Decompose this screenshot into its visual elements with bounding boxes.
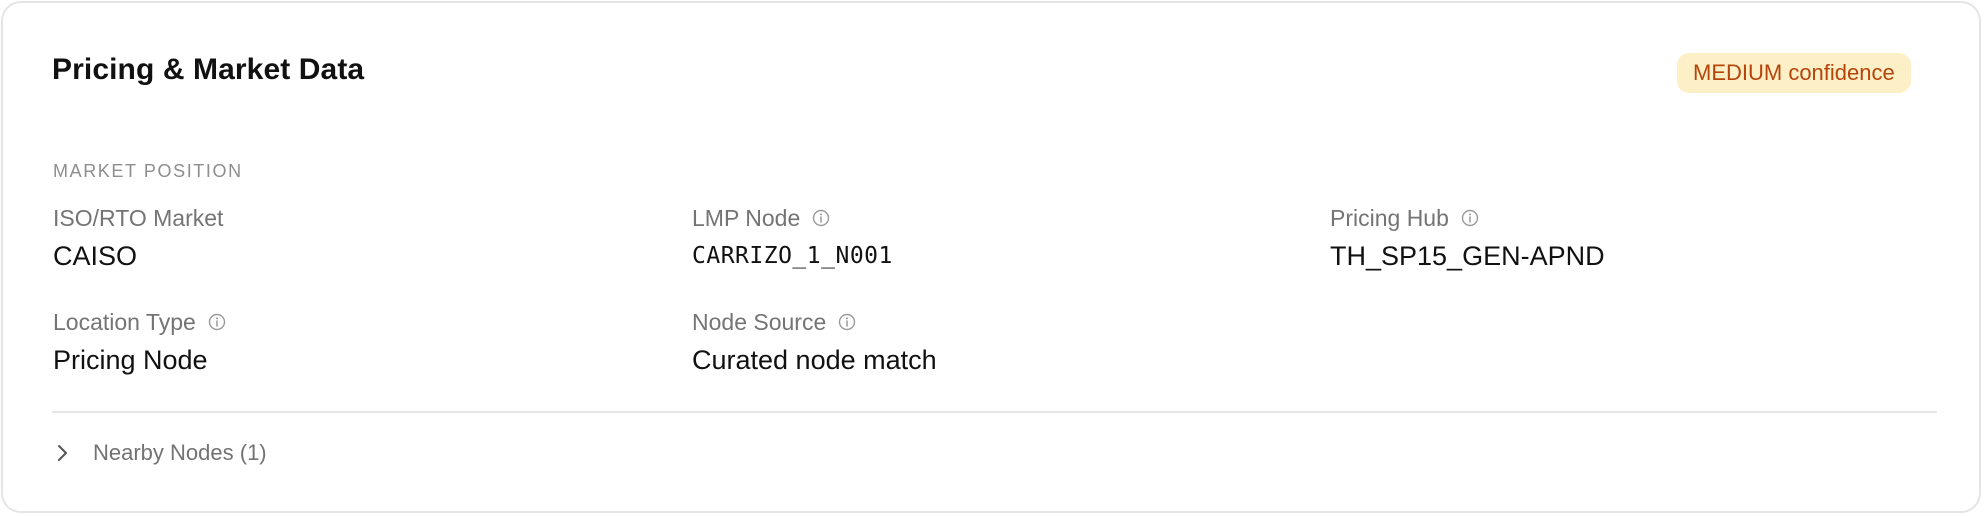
field-label-wrapper: Location Type xyxy=(53,307,226,337)
field-iso-rto-market: ISO/RTO Market CAISO xyxy=(53,203,223,274)
field-node-source: Node Source Curated node match xyxy=(692,307,937,378)
field-label-wrapper: Node Source xyxy=(692,307,937,337)
card-title: Pricing & Market Data xyxy=(52,53,365,86)
field-value: Curated node match xyxy=(692,345,937,375)
field-label: Location Type xyxy=(53,308,196,335)
nearby-nodes-label: Nearby Nodes (1) xyxy=(93,440,267,465)
field-label: Pricing Hub xyxy=(1330,204,1449,231)
info-icon[interactable] xyxy=(838,313,856,331)
field-label-wrapper: LMP Node xyxy=(692,203,893,233)
confidence-badge: MEDIUM confidence xyxy=(1677,53,1911,93)
info-icon[interactable] xyxy=(812,209,830,227)
field-label: ISO/RTO Market xyxy=(53,204,224,231)
info-icon[interactable] xyxy=(1461,209,1479,227)
chevron-right-icon xyxy=(55,436,75,470)
field-label: LMP Node xyxy=(692,204,801,231)
field-value: CAISO xyxy=(53,241,138,271)
field-pricing-hub: Pricing Hub TH_SP15_GEN-APND xyxy=(1330,203,1605,274)
info-icon[interactable] xyxy=(208,313,226,331)
divider xyxy=(52,411,1937,413)
field-value: TH_SP15_GEN-APND xyxy=(1330,241,1605,271)
field-value: CARRIZO_1_N001 xyxy=(692,243,893,269)
nearby-nodes-toggle[interactable]: Nearby Nodes (1) xyxy=(55,436,267,470)
field-value: Pricing Node xyxy=(53,345,208,375)
field-label: Node Source xyxy=(692,308,827,335)
field-label-wrapper: ISO/RTO Market xyxy=(53,203,223,233)
field-lmp-node: LMP Node CARRIZO_1_N001 xyxy=(692,203,893,274)
field-label-wrapper: Pricing Hub xyxy=(1330,203,1605,233)
section-label-market-position: MARKET POSITION xyxy=(53,161,243,181)
pricing-market-data-card: Pricing & Market Data MEDIUM confidence … xyxy=(1,1,1981,513)
field-location-type: Location Type Pricing Node xyxy=(53,307,226,378)
